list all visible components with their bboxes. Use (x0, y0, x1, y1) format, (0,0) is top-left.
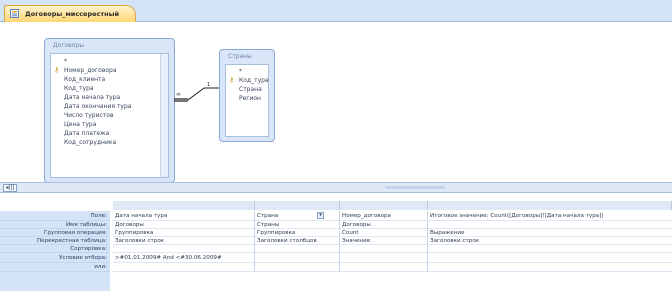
scroll-thumb[interactable] (385, 186, 445, 189)
field-item[interactable]: ⚷ Номер_договора (51, 66, 168, 75)
relationship-line[interactable]: ∞ 1 (174, 82, 222, 106)
grid-cell-crosstab[interactable]: Значение (340, 237, 428, 245)
document-tab-strip: Договоры_миссерестный (0, 0, 672, 22)
design-pane-scrollbar[interactable]: ◂||| (0, 182, 672, 193)
grid-cell-field[interactable]: Страна (255, 211, 340, 221)
field-item[interactable]: ⚷ Код_тура (226, 76, 268, 85)
field-list-contracts[interactable]: * ⚷ Номер_договора Код_клиента Код_тура Д… (50, 53, 169, 178)
grid-cell-criteria[interactable] (255, 253, 340, 263)
row-label-or: или: (0, 263, 110, 272)
column-selector[interactable] (255, 201, 340, 210)
grid-cell-sort[interactable] (113, 245, 255, 253)
grid-cell-crosstab[interactable]: Заголовки строк (428, 237, 672, 245)
field-item[interactable]: Код_сотрудника (51, 138, 168, 147)
field-item[interactable]: Код_клиента (51, 75, 168, 84)
grid-cell-or[interactable] (255, 263, 340, 272)
scroll-left-button[interactable]: ◂||| (3, 184, 17, 192)
grid-cell-total[interactable]: Count (340, 229, 428, 237)
grid-cell-crosstab[interactable]: Заголовки столбцов (255, 237, 340, 245)
field-list-scrollbar[interactable] (160, 54, 168, 177)
row-label-total: Групповая операция: (0, 229, 110, 237)
grid-cell-crosstab[interactable]: Заголовки строк (113, 237, 255, 245)
grid-cell-table[interactable] (428, 221, 672, 229)
primary-key-icon: ⚷ (229, 76, 235, 84)
grid-cell-sort[interactable] (255, 245, 340, 253)
grid-cell-field[interactable]: Итоговое значение: Count([Договоры]![Дат… (428, 211, 672, 221)
field-item[interactable]: * (226, 67, 268, 76)
column-selector[interactable] (428, 201, 672, 210)
document-tab[interactable]: Договоры_миссерестный (4, 5, 137, 22)
field-item[interactable]: Дата начала тура (51, 93, 168, 102)
pane-splitter[interactable] (0, 193, 672, 201)
grid-cell-total[interactable]: Группировка (113, 229, 255, 237)
primary-key-icon: ⚷ (54, 66, 60, 74)
grid-cell-or[interactable] (428, 263, 672, 272)
table-title-contracts: Договоры (53, 42, 84, 49)
query-design-pane[interactable]: Договоры * ⚷ Номер_договора Код_клиента К… (0, 22, 672, 183)
grid-cell-criteria[interactable]: >#01.01.2009# And <#30.06.2009# (113, 253, 255, 263)
field-item[interactable]: Цена тура (51, 120, 168, 129)
column-selector[interactable] (340, 201, 428, 210)
query-icon (10, 9, 19, 18)
field-item[interactable]: Дата окончания тура (51, 102, 168, 111)
grid-cell-field[interactable]: Номер_договора (340, 211, 428, 221)
field-item[interactable]: Число туристов (51, 111, 168, 120)
grid-cell-sort[interactable] (340, 245, 428, 253)
grid-cell-table[interactable]: Договоры (340, 221, 428, 229)
relation-one-label: 1 (207, 82, 210, 88)
grid-cell-total[interactable]: Группировка (255, 229, 340, 237)
dropdown-arrow-icon[interactable]: ▾ (317, 212, 324, 219)
row-label-criteria: Условие отбора: (0, 253, 110, 263)
row-label-crosstab: Перекрестная таблица: (0, 237, 110, 245)
field-item[interactable]: Регион (226, 94, 268, 103)
row-label-sort: Сортировка: (0, 245, 110, 253)
grid-cell-criteria[interactable] (340, 253, 428, 263)
tab-title: Договоры_миссерестный (25, 10, 120, 18)
row-label-field: Поле: (0, 211, 110, 221)
grid-cell-criteria[interactable] (428, 253, 672, 263)
table-box-contracts[interactable]: Договоры * ⚷ Номер_договора Код_клиента К… (44, 38, 175, 183)
field-item[interactable]: Код_тура (51, 84, 168, 93)
field-item[interactable]: Страна (226, 85, 268, 94)
relation-many-label: ∞ (176, 91, 181, 98)
grid-cell-or[interactable] (340, 263, 428, 272)
grid-cell-table[interactable]: Страны (255, 221, 340, 229)
column-selector[interactable] (113, 201, 255, 210)
grid-cell-table[interactable]: Договоры (113, 221, 255, 229)
table-box-countries[interactable]: Страны * ⚷ Код_тура Страна Регион (219, 49, 275, 142)
table-title-countries: Страны (228, 53, 252, 60)
grid-cell-sort[interactable] (428, 245, 672, 253)
field-item[interactable]: Дата платежа (51, 129, 168, 138)
grid-cell-or[interactable] (113, 263, 255, 272)
field-list-countries[interactable]: * ⚷ Код_тура Страна Регион (225, 64, 269, 137)
field-item[interactable]: * (51, 57, 168, 66)
row-label-table: Имя таблицы: (0, 221, 110, 229)
grid-cell-total[interactable]: Выражение (428, 229, 672, 237)
grid-cell-field[interactable]: Дата начала тура (113, 211, 255, 221)
